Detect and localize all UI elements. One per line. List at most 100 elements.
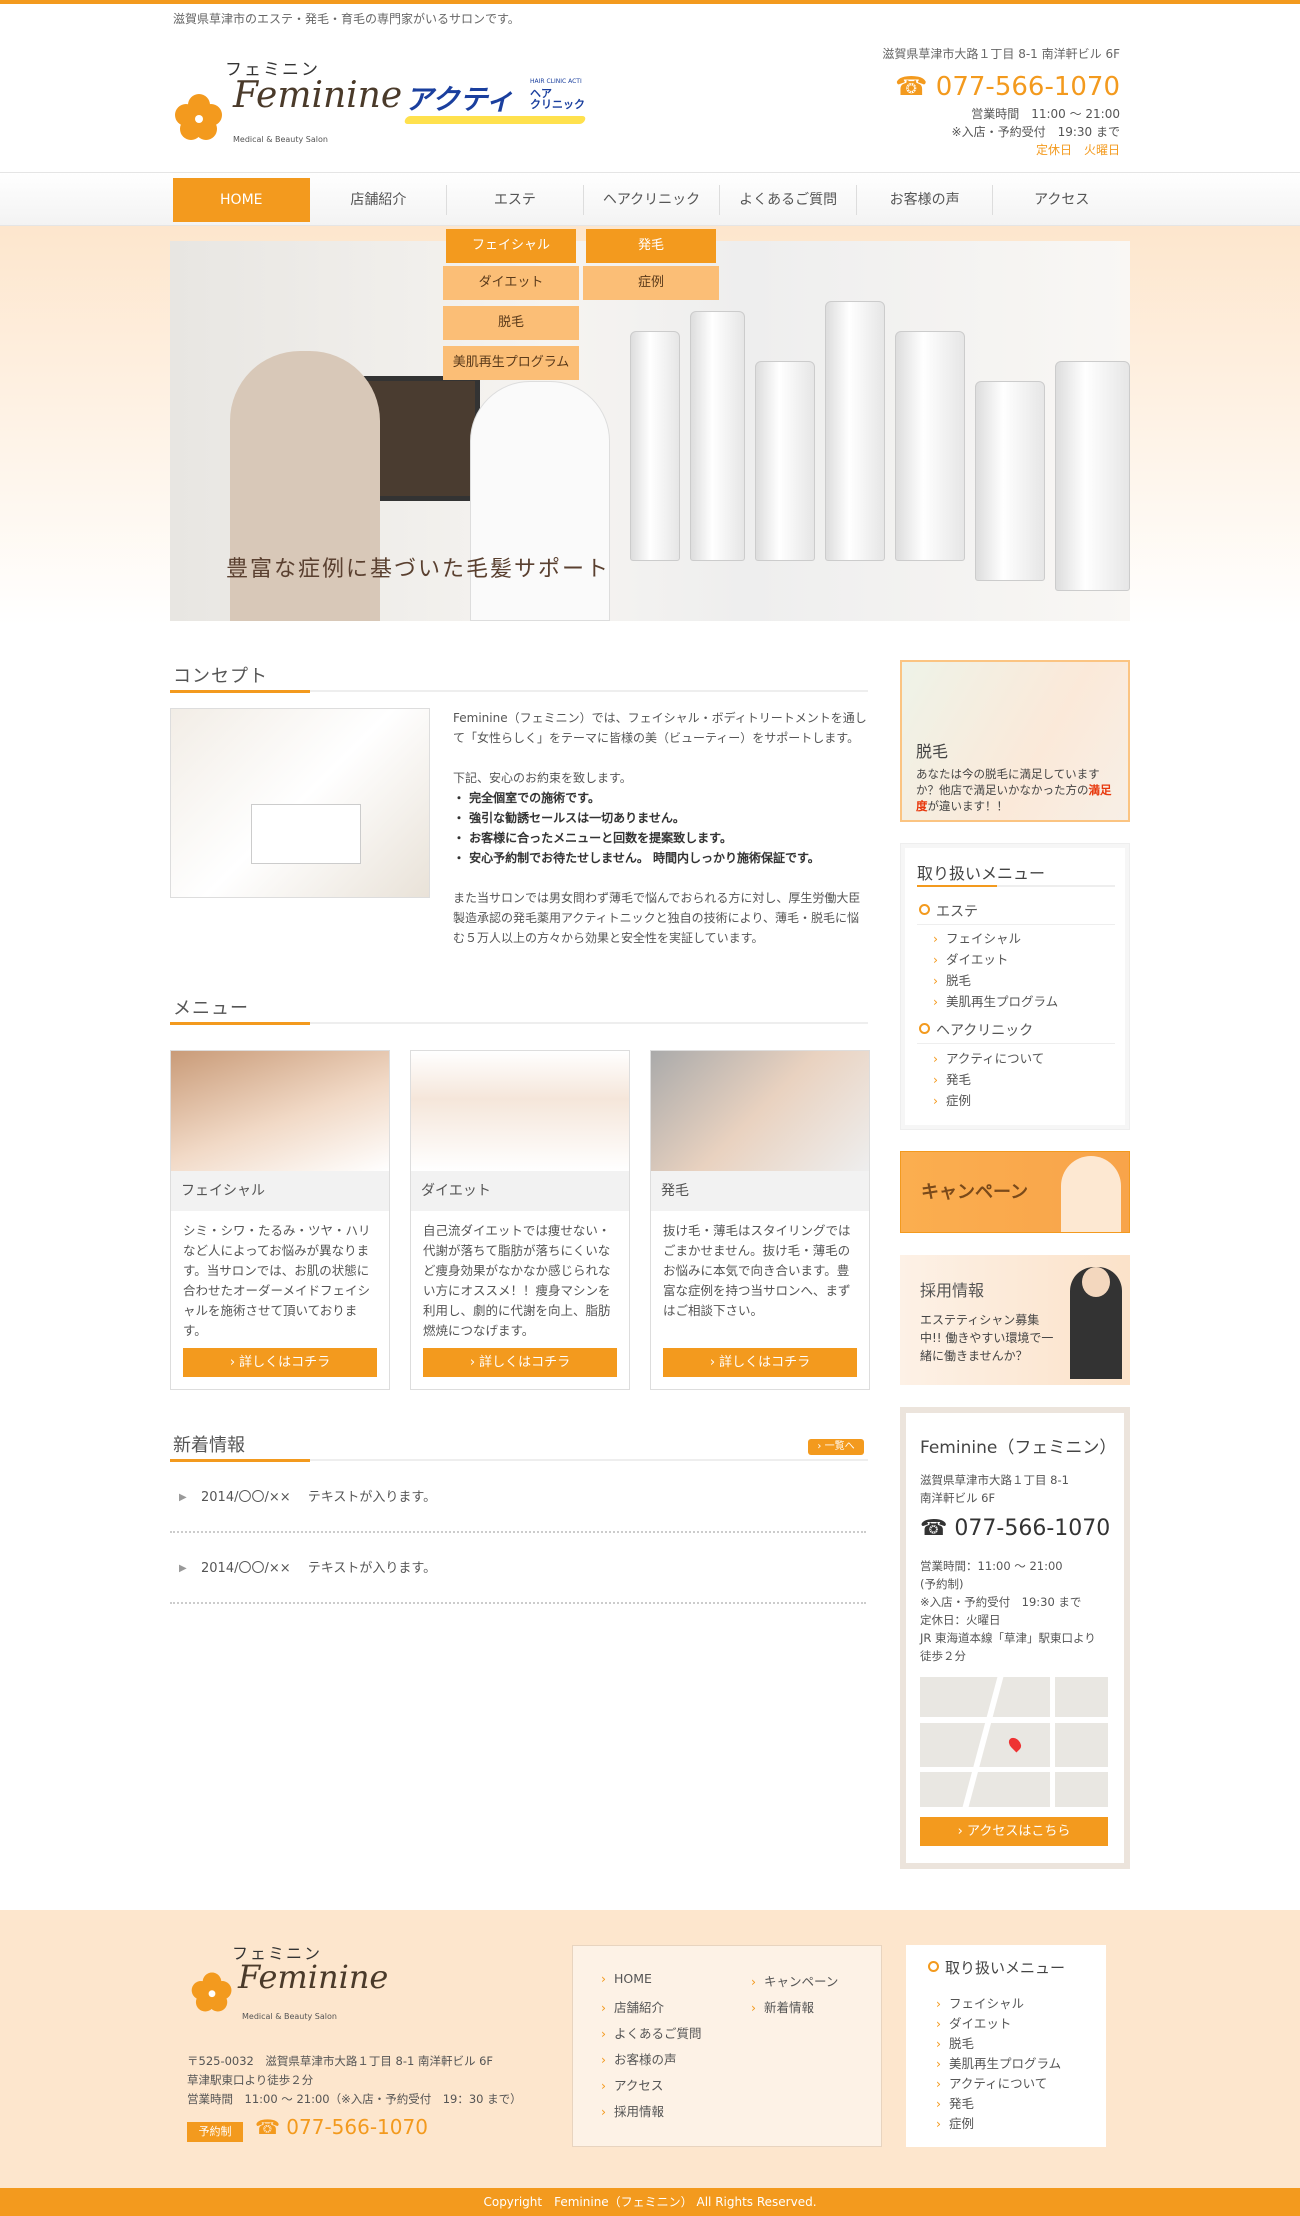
news-divider — [170, 1602, 866, 1604]
diet-detail-button[interactable]: › 詳しくはコチラ — [423, 1348, 617, 1377]
shop-phone[interactable]: ☎ 077-566-1070 — [920, 1516, 1110, 1541]
diet-photo — [411, 1051, 629, 1171]
acty-name: アクティ — [405, 83, 514, 116]
dropdown-cases[interactable]: 症例 — [583, 266, 719, 300]
logo-name: Feminine — [233, 75, 403, 116]
access-button[interactable]: › アクセスはこちら — [920, 1817, 1108, 1846]
shop-name: Feminine（フェミニン） — [920, 1438, 1117, 1458]
shop-info-box: Feminine（フェミニン） 滋賀県草津市大路１丁目 8-1 南洋軒ビル 6F … — [900, 1407, 1130, 1869]
header-address: 滋賀県草津市大路１丁目 8-1 南洋軒ビル 6F — [882, 47, 1120, 61]
card-label: フェイシャル — [171, 1171, 389, 1211]
site-logo[interactable]: フェミニン Feminine Medical & Beauty Salon — [173, 55, 402, 150]
card-label: 発毛 — [651, 1171, 869, 1211]
concept-intro: 下記、安心のお約束を致します。 — [453, 771, 632, 785]
footer-menu-item[interactable]: 発毛 — [936, 2093, 974, 2112]
news-item[interactable]: ▶ 2014/〇〇/×× テキストが入ります。 — [173, 1480, 866, 1516]
recruit-title: 採用情報 — [920, 1281, 985, 1300]
footer-menu-item[interactable]: ダイエット — [936, 2013, 1011, 2032]
footer-link-campaign[interactable]: キャンペーン — [751, 1971, 838, 1990]
concept-title: コンセプト — [173, 666, 268, 687]
nav-esthe[interactable]: エステ — [447, 185, 584, 215]
sidebar-item[interactable]: 美肌再生プログラム — [933, 991, 1058, 1010]
footer-link-news[interactable]: 新着情報 — [751, 1997, 814, 2016]
sidebar-item[interactable]: アクティについて — [933, 1048, 1044, 1067]
nav-faq[interactable]: よくあるご質問 — [720, 185, 857, 215]
acty-hair-clinic-logo[interactable]: HAIR CLINIC ACTI アクティ ヘア クリニック — [403, 78, 595, 130]
footer-link-access[interactable]: アクセス — [601, 2075, 663, 2094]
main-nav: HOME 店舗紹介 エステ ヘアクリニック よくあるご質問 お客様の声 アクセス — [0, 172, 1300, 226]
footer-links: HOME 店舗紹介 よくあるご質問 お客様の声 アクセス 採用情報 キャンペーン… — [572, 1945, 882, 2147]
header-closed: 定休日 火曜日 — [1035, 143, 1120, 157]
promise-item: ・ 安心予約制でお待たせしません。 時間内しっかり施術保証です。 — [453, 851, 820, 865]
footer-menu: 取り扱いメニュー フェイシャル ダイエット 脱毛 美肌再生プログラム アクティに… — [906, 1945, 1106, 2147]
nav-shop[interactable]: 店舗紹介 — [311, 185, 448, 215]
footer-link-recruit[interactable]: 採用情報 — [601, 2101, 664, 2120]
arrow-icon: ▶ — [179, 1563, 187, 1574]
nav-access[interactable]: アクセス — [993, 185, 1130, 215]
news-item[interactable]: ▶ 2014/〇〇/×× テキストが入ります。 — [173, 1551, 866, 1587]
menu-card-facial: フェイシャル シミ・シワ・たるみ・ツヤ・ハリなど人によってお悩みが異なります。当… — [170, 1050, 390, 1390]
recruit-woman — [1070, 1267, 1122, 1379]
concept-underline — [170, 690, 868, 693]
facial-photo — [171, 1051, 389, 1171]
header-phone[interactable]: ☎ 077-566-1070 — [882, 69, 1120, 105]
site-tagline: 滋賀県草津市のエステ・発毛・育毛の専門家がいるサロンです。 — [173, 12, 520, 26]
promise-item: ・ 完全個室での施術です。 — [453, 791, 600, 805]
footer-menu-item[interactable]: 脱毛 — [936, 2033, 974, 2052]
dropdown-hair-growth[interactable]: 発毛 — [586, 229, 716, 263]
hair-growth-photo — [651, 1051, 869, 1171]
shop-hours: 営業時間：11:00 ～ 21:00 (予約制) ※入店・予約受付 19:30 … — [920, 1559, 1096, 1663]
dropdown-hair-removal[interactable]: 脱毛 — [443, 306, 579, 340]
sidebar-item[interactable]: ダイエット — [933, 949, 1008, 968]
card-desc: シミ・シワ・たるみ・ツヤ・ハリなど人によってお悩みが異なります。当サロンでは、お… — [183, 1223, 371, 1338]
footer-menu-item[interactable]: 美肌再生プログラム — [936, 2053, 1061, 2072]
shop-address: 滋賀県草津市大路１丁目 8-1 南洋軒ビル 6F — [920, 1473, 1069, 1505]
news-list-button[interactable]: › 一覧へ — [808, 1439, 864, 1455]
footer-logo[interactable]: フェミニン Feminine Medical & Beauty Salon — [190, 1940, 388, 2030]
footer-link-voice[interactable]: お客様の声 — [601, 2049, 677, 2068]
promise-item: ・ 強引な勧誘セールスは一切ありません。 — [453, 811, 685, 825]
footer-menu-item[interactable]: アクティについて — [936, 2073, 1047, 2092]
hair-removal-banner[interactable]: 脱毛 あなたは今の脱毛に満足していますか？他店で満足いかなかった方の満足度が違い… — [900, 660, 1130, 822]
footer-link-faq[interactable]: よくあるご質問 — [601, 2023, 702, 2042]
sidebar-item[interactable]: 発毛 — [933, 1069, 971, 1088]
nav-voice[interactable]: お客様の声 — [857, 185, 994, 215]
sidebar-cat-esthe[interactable]: エステ — [919, 901, 978, 921]
esthe-dropdown: フェイシャル 発毛 ダイエット 症例 脱毛 美肌再生プログラム — [443, 226, 719, 383]
campaign-banner[interactable]: キャンペーン — [900, 1151, 1130, 1233]
nav-hair-clinic[interactable]: ヘアクリニック — [584, 185, 721, 215]
footer-address: 〒525-0032 滋賀県草津市大路１丁目 8-1 南洋軒ビル 6F 草津駅東口… — [187, 2054, 522, 2106]
dropdown-facial[interactable]: フェイシャル — [446, 229, 576, 263]
header-reserve: ※入店・予約受付 19:30 まで — [951, 125, 1120, 139]
footer-link-home[interactable]: HOME — [601, 1971, 652, 1986]
sidebar-item[interactable]: 脱毛 — [933, 970, 971, 989]
recruit-banner[interactable]: 採用情報 エステティシャン募集中!! 働きやすい環境で一緒に働きませんか？ — [900, 1255, 1130, 1385]
sidebar-item[interactable]: 症例 — [933, 1090, 971, 1109]
concept-photo — [170, 708, 430, 898]
sidebar-cat-hair-clinic[interactable]: ヘアクリニック — [919, 1020, 1033, 1040]
flower-logo-icon — [191, 1972, 232, 2012]
footer: フェミニン Feminine Medical & Beauty Salon 〒5… — [0, 1910, 1300, 2188]
dropdown-skin-program[interactable]: 美肌再生プログラム — [443, 346, 579, 380]
recruit-desc: エステティシャン募集中!! 働きやすい環境で一緒に働きませんか？ — [920, 1313, 1054, 1363]
footer-phone[interactable]: ☎ 077-566-1070 — [255, 2115, 428, 2139]
campaign-girl — [1061, 1156, 1121, 1232]
hero-staff — [470, 381, 610, 621]
footer-link-shop[interactable]: 店舗紹介 — [601, 1997, 664, 2016]
shop-map[interactable] — [920, 1677, 1108, 1807]
footer-menu-item[interactable]: 症例 — [936, 2113, 974, 2132]
hair-growth-detail-button[interactable]: › 詳しくはコチラ — [663, 1348, 857, 1377]
nav-home[interactable]: HOME — [173, 178, 310, 222]
footer-menu-item[interactable]: フェイシャル — [936, 1993, 1024, 2012]
campaign-label: キャンペーン — [921, 1182, 1029, 1203]
arrow-icon: ▶ — [179, 1492, 187, 1503]
footer-logo-sub: Medical & Beauty Salon — [242, 2012, 337, 2021]
copyright: Copyright Feminine（フェミニン） All Rights Res… — [0, 2188, 1300, 2216]
card-desc: 自己流ダイエットでは痩せない・代謝が落ちて脂肪が落ちにくいなど痩身効果がなかなか… — [423, 1223, 611, 1338]
map-pin-icon — [1006, 1735, 1024, 1753]
sidebar-menu-title: 取り扱いメニュー — [917, 864, 1046, 883]
facial-detail-button[interactable]: › 詳しくはコチラ — [183, 1348, 377, 1377]
dropdown-diet[interactable]: ダイエット — [443, 266, 579, 300]
menu-underline — [170, 1022, 868, 1025]
sidebar-item[interactable]: フェイシャル — [933, 928, 1021, 947]
